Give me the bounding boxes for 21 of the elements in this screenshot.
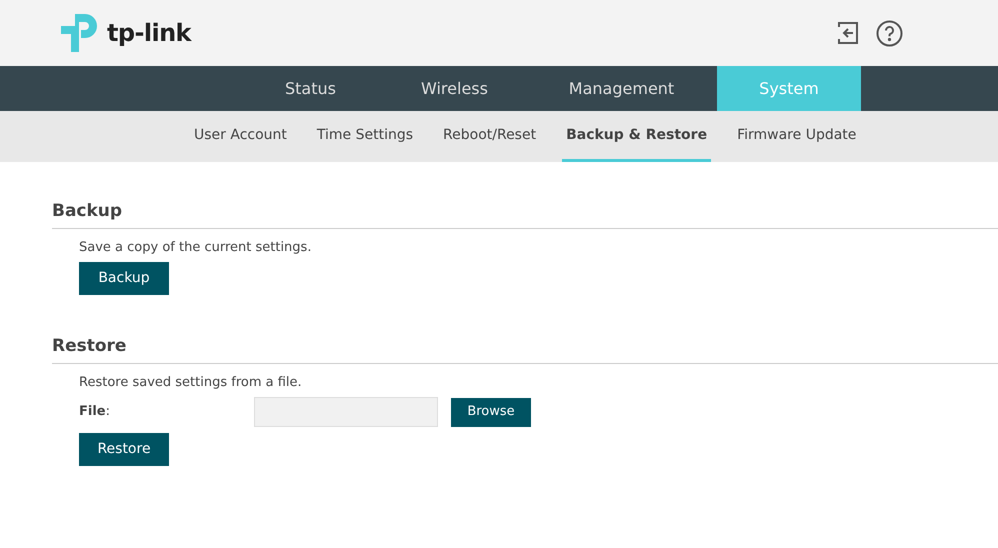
section-description: Restore saved settings from a file. bbox=[79, 375, 302, 391]
main-nav-tab[interactable]: Management bbox=[526, 66, 717, 111]
logo-text: tp-link bbox=[107, 21, 191, 45]
file-field[interactable] bbox=[254, 397, 438, 427]
sub-nav-tab[interactable]: Reboot/Reset bbox=[439, 111, 540, 162]
sub-nav-tab[interactable]: Firmware Update bbox=[733, 111, 860, 162]
main-nav-tab[interactable]: Wireless bbox=[383, 66, 526, 111]
section-title: Restore bbox=[52, 335, 128, 357]
logout-icon[interactable] bbox=[836, 20, 860, 46]
restore-button[interactable]: Restore bbox=[79, 433, 169, 466]
section-title: Backup bbox=[52, 200, 124, 222]
sub-nav-tab[interactable]: Time Settings bbox=[312, 111, 418, 162]
section-description: Save a copy of the current settings. bbox=[79, 240, 312, 256]
file-label: File: bbox=[79, 403, 111, 422]
main-nav-tab[interactable]: Status bbox=[238, 66, 383, 111]
sub-nav-tab[interactable]: Backup & Restore bbox=[562, 111, 712, 162]
sub-nav-tab[interactable]: User Account bbox=[190, 111, 291, 162]
backup-button[interactable]: Backup bbox=[79, 262, 169, 295]
logo[interactable]: tp-link bbox=[61, 12, 191, 54]
help-icon[interactable] bbox=[876, 20, 903, 46]
browse-button[interactable]: Browse bbox=[451, 398, 531, 426]
